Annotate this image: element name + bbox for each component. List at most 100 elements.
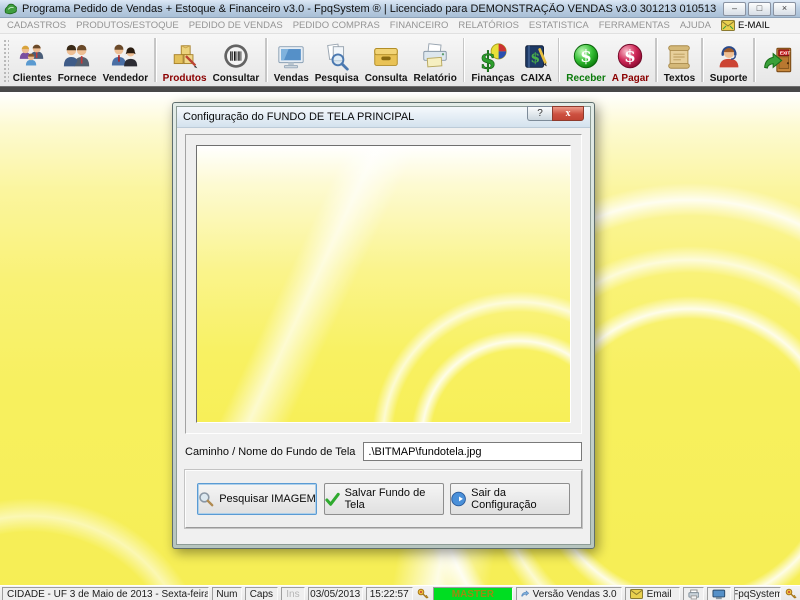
svg-text:$: $ xyxy=(531,51,541,67)
application-window: Programa Pedido de Vendas + Estoque & Fi… xyxy=(0,0,800,600)
finance-pie-icon: $ xyxy=(478,41,508,73)
status-brand: FpqSystem xyxy=(734,587,781,600)
toolbar-button-produtos[interactable]: Produtos xyxy=(160,34,210,86)
receive-money-icon: $ xyxy=(571,41,601,73)
toolbar-separator xyxy=(463,38,466,82)
toolbar-button-pesquisa[interactable]: Pesquisa xyxy=(312,34,362,86)
dialog-title: Configuração do FUNDO DE TELA PRINCIPAL xyxy=(183,111,414,123)
toolbar-button-receber[interactable]: $ Receber xyxy=(563,34,608,86)
search-documents-icon xyxy=(322,41,352,73)
menu-ferramentas[interactable]: FERRAMENTAS xyxy=(594,20,675,31)
path-label: Caminho / Nome do Fundo de Tela xyxy=(185,446,355,458)
status-email: Email xyxy=(625,587,680,600)
dialog-help-button[interactable]: ? xyxy=(527,106,552,121)
desktop-wallpaper: Configuração do FUNDO DE TELA PRINCIPAL … xyxy=(0,92,800,585)
email-menu-icon xyxy=(721,20,735,31)
menubar: CADASTROS PRODUTOS/ESTOQUE PEDIDO DE VEN… xyxy=(0,18,800,34)
menu-ajuda[interactable]: AJUDA xyxy=(675,20,716,31)
dialog-button-panel: Pesquisar IMAGEM Salvar Fundo de Tela xyxy=(185,470,582,528)
window-controls: – □ × xyxy=(723,2,796,16)
clients-icon xyxy=(17,41,47,73)
toolbar-button-relatorio[interactable]: Relatório xyxy=(410,34,459,86)
status-location: CIDADE - UF 3 de Maio de 2013 - Sexta-fe… xyxy=(2,587,209,600)
toolbar-separator xyxy=(558,38,561,82)
save-wallpaper-button[interactable]: Salvar Fundo de Tela xyxy=(324,483,444,515)
dialog-close-button[interactable]: x xyxy=(552,106,584,121)
status-insert: Ins xyxy=(281,587,305,600)
texts-scroll-icon xyxy=(664,41,694,73)
pay-money-icon: $ xyxy=(615,41,645,73)
status-date: 03/05/2013 xyxy=(308,587,363,600)
salesperson-icon xyxy=(110,41,140,73)
status-user-badge: MASTER xyxy=(433,587,513,600)
toolbar-separator xyxy=(701,38,704,82)
printer-small-icon xyxy=(688,589,700,600)
support-headset-icon xyxy=(714,41,744,73)
menu-financeiro[interactable]: FINANCEIRO xyxy=(385,20,454,31)
drawer-icon xyxy=(371,41,401,73)
toolbar-separator xyxy=(753,38,756,82)
status-printer xyxy=(683,587,705,600)
barcode-icon xyxy=(221,41,251,73)
menu-produtos-estoque[interactable]: PRODUTOS/ESTOQUE xyxy=(71,20,184,31)
menu-pedido-de-vendas[interactable]: PEDIDO DE VENDAS xyxy=(184,20,288,31)
exit-config-button[interactable]: Sair da Configuração xyxy=(450,483,570,515)
menu-relatorios[interactable]: RELATÓRIOS xyxy=(453,20,524,31)
wallpaper-preview xyxy=(196,145,571,423)
toolbar-button-suporte[interactable]: Suporte xyxy=(707,34,751,86)
exit-arrow-icon xyxy=(451,491,466,507)
magnifier-icon xyxy=(198,491,214,507)
products-boxes-icon xyxy=(170,41,200,73)
svg-text:$: $ xyxy=(625,46,637,66)
search-image-button[interactable]: Pesquisar IMAGEM xyxy=(197,483,317,515)
printer-icon xyxy=(420,41,450,73)
wallpaper-preview-frame xyxy=(185,134,582,434)
toolbar-separator xyxy=(265,38,268,82)
wallpaper-path-input[interactable] xyxy=(363,442,582,461)
minimize-button[interactable]: – xyxy=(723,2,746,16)
toolbar-button-financas[interactable]: $ Finanças xyxy=(468,34,517,86)
status-caps-lock: Caps xyxy=(245,587,278,600)
toolbar-button-vendas[interactable]: Vendas xyxy=(271,34,312,86)
envelope-icon xyxy=(630,589,643,599)
status-time: 15:22:57 xyxy=(366,587,413,600)
toolbar-separator xyxy=(655,38,658,82)
check-icon xyxy=(325,492,340,507)
maximize-button[interactable]: □ xyxy=(748,2,771,16)
toolbar-button-caixa[interactable]: $ CAIXA xyxy=(518,34,555,86)
toolbar-button-exit[interactable]: EXIT xyxy=(759,34,799,86)
toolbar-button-consultar[interactable]: Consultar xyxy=(210,34,263,86)
key-icon xyxy=(416,587,430,600)
status-num-lock: Num xyxy=(212,587,242,600)
dialog-titlebar: Configuração do FUNDO DE TELA PRINCIPAL … xyxy=(177,107,590,128)
toolbar-button-textos[interactable]: Textos xyxy=(661,34,699,86)
computer-small-icon xyxy=(712,589,726,600)
toolbar-separator xyxy=(154,38,157,82)
suppliers-icon xyxy=(62,41,92,73)
svg-text:$: $ xyxy=(580,46,592,66)
version-icon xyxy=(521,589,529,600)
cashbook-icon: $ xyxy=(521,41,551,73)
toolbar-button-vendedor[interactable]: Vendedor xyxy=(100,34,152,86)
toolbar-button-fornece[interactable]: Fornece xyxy=(55,34,100,86)
menu-estatistica[interactable]: ESTATISTICA xyxy=(524,20,594,31)
toolbar-button-consulta[interactable]: Consulta xyxy=(362,34,411,86)
toolbar-grip[interactable] xyxy=(2,38,9,82)
exit-door-icon: EXIT xyxy=(762,44,796,76)
app-logo-icon xyxy=(4,2,18,15)
close-button[interactable]: × xyxy=(773,2,796,16)
toolbar: Clientes Fornece xyxy=(0,34,800,86)
statusbar: CIDADE - UF 3 de Maio de 2013 - Sexta-fe… xyxy=(0,585,800,600)
status-version: Versão Vendas 3.0 xyxy=(516,587,622,600)
toolbar-button-clientes[interactable]: Clientes xyxy=(10,34,55,86)
config-dialog: Configuração do FUNDO DE TELA PRINCIPAL … xyxy=(172,102,595,549)
menu-cadastros[interactable]: CADASTROS xyxy=(2,20,71,31)
key-icon-right xyxy=(784,587,798,600)
menu-email[interactable]: E-MAIL xyxy=(716,20,775,31)
status-computer xyxy=(707,587,731,600)
toolbar-button-a-pagar[interactable]: $ A Pagar xyxy=(609,34,652,86)
menu-pedido-compras[interactable]: PEDIDO COMPRAS xyxy=(288,20,385,31)
svg-text:$: $ xyxy=(480,46,496,72)
svg-text:EXIT: EXIT xyxy=(780,51,791,56)
window-title: Programa Pedido de Vendas + Estoque & Fi… xyxy=(22,3,719,15)
